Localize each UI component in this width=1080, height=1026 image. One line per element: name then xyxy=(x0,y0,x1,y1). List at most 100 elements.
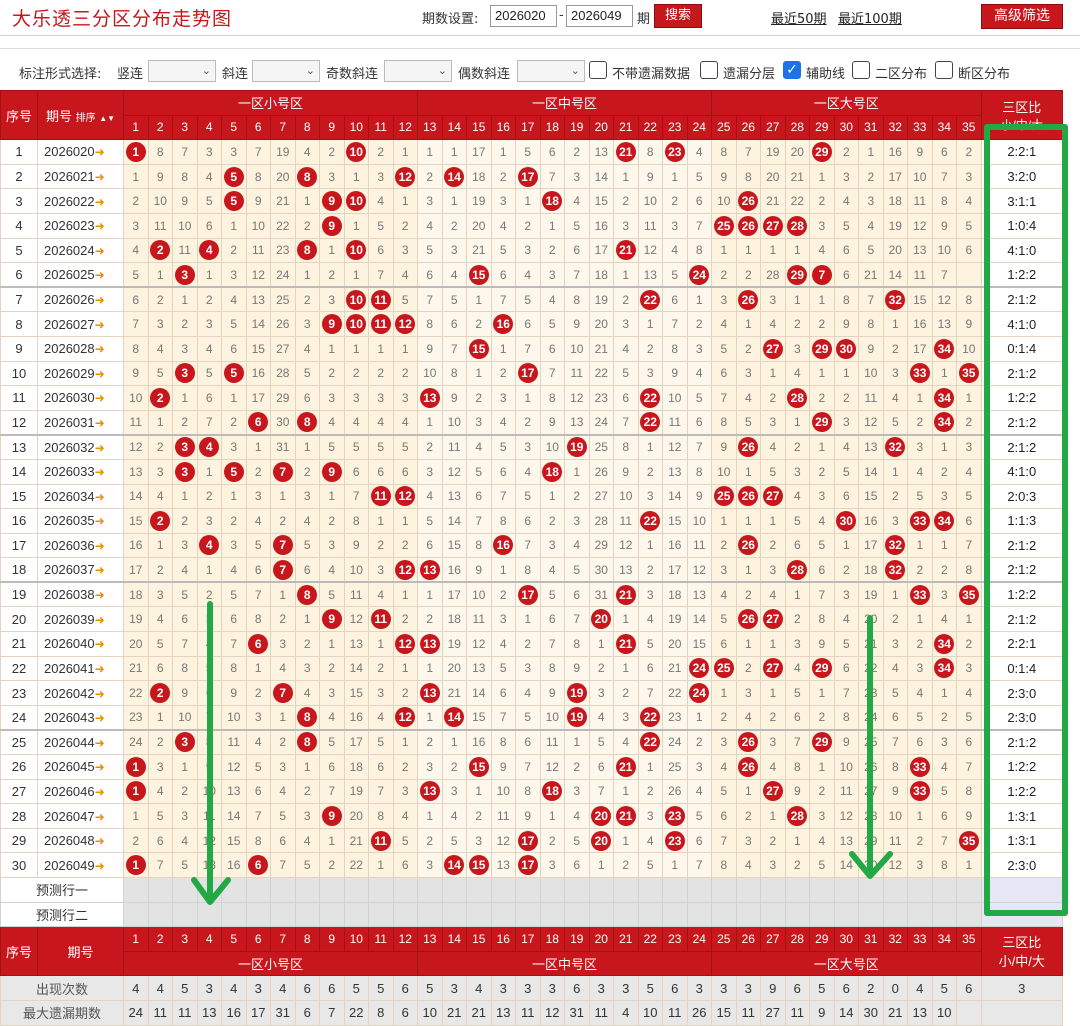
predict-cell[interactable] xyxy=(294,877,320,903)
row-period[interactable]: 2026022➜ xyxy=(37,188,124,214)
predict-cell[interactable] xyxy=(588,901,615,928)
predict-cell[interactable] xyxy=(907,901,933,928)
predict-cell[interactable] xyxy=(564,877,590,903)
predict-cell[interactable] xyxy=(711,877,737,903)
predict-cell[interactable] xyxy=(245,901,271,928)
predict-cell[interactable] xyxy=(466,877,492,903)
predict-cell[interactable] xyxy=(931,877,958,903)
predict-cell[interactable] xyxy=(392,901,419,928)
predict-cell[interactable] xyxy=(588,877,615,903)
diagonal-select[interactable]: ⌄ xyxy=(252,60,320,82)
predict-cell[interactable] xyxy=(809,901,835,928)
recent-100-link[interactable]: 最近100期 xyxy=(838,8,902,27)
predict-cell[interactable] xyxy=(147,877,173,903)
predict-cell[interactable] xyxy=(123,901,149,928)
row-period[interactable]: 2026024➜ xyxy=(37,237,124,264)
predict-cell[interactable] xyxy=(490,877,517,903)
predict-cell[interactable] xyxy=(417,877,443,903)
row-period[interactable]: 2026027➜ xyxy=(37,311,124,337)
predict-cell[interactable] xyxy=(270,877,296,903)
row-period[interactable]: 2026032➜ xyxy=(37,433,124,460)
predict-cell[interactable] xyxy=(441,877,468,903)
predict-cell[interactable] xyxy=(956,901,982,928)
predict-cell[interactable] xyxy=(735,877,762,903)
row-period[interactable]: 2026038➜ xyxy=(37,581,124,608)
search-button[interactable]: 搜索 xyxy=(654,4,702,28)
predict-cell[interactable] xyxy=(368,877,394,903)
predict-cell[interactable] xyxy=(686,901,713,928)
row-period[interactable]: 2026049➜ xyxy=(37,852,124,878)
row-period[interactable]: 2026048➜ xyxy=(37,827,124,854)
predict-cell[interactable] xyxy=(196,901,222,928)
sort-icon[interactable]: ▲▼ xyxy=(99,114,115,123)
row-period[interactable]: 2026041➜ xyxy=(37,655,124,682)
row-period[interactable]: 2026030➜ xyxy=(37,385,124,411)
predict-cell[interactable] xyxy=(662,877,688,903)
predict-cell[interactable] xyxy=(882,901,909,928)
predict-row[interactable]: 预测行二 xyxy=(0,901,1064,928)
predict-cell[interactable] xyxy=(441,901,468,928)
row-period[interactable]: 2026047➜ xyxy=(37,803,124,829)
predict-cell[interactable] xyxy=(735,901,762,928)
predict-cell[interactable] xyxy=(564,901,590,928)
predict-cell[interactable] xyxy=(613,901,639,928)
predict-cell[interactable] xyxy=(539,877,566,903)
predict-cell[interactable] xyxy=(515,901,541,928)
predict-cell[interactable] xyxy=(343,901,369,928)
predict-cell[interactable] xyxy=(931,901,958,928)
row-period[interactable]: 2026025➜ xyxy=(37,262,124,288)
row-period[interactable]: 2026046➜ xyxy=(37,778,124,805)
advanced-filter-button[interactable]: 高级筛选 xyxy=(981,4,1063,29)
predict-cell[interactable] xyxy=(319,901,345,928)
predict-cell[interactable] xyxy=(809,877,835,903)
row-period[interactable]: 2026036➜ xyxy=(37,532,124,559)
row-period[interactable]: 2026034➜ xyxy=(37,483,124,510)
predict-cell[interactable] xyxy=(245,877,271,903)
predict-cell[interactable] xyxy=(784,901,811,928)
row-period[interactable]: 2026037➜ xyxy=(37,557,124,583)
row-period[interactable]: 2026043➜ xyxy=(37,704,124,731)
aux-line-checkbox[interactable]: ✓ xyxy=(783,61,801,79)
miss-layer-checkbox[interactable] xyxy=(700,61,718,79)
row-period[interactable]: 2026026➜ xyxy=(37,286,124,313)
row-period[interactable]: 2026028➜ xyxy=(37,335,124,362)
predict-cell[interactable] xyxy=(294,901,320,928)
predict-cell[interactable] xyxy=(784,877,811,903)
predict-cell[interactable] xyxy=(196,877,222,903)
row-period[interactable]: 2026020➜ xyxy=(37,139,124,165)
row-period[interactable]: 2026042➜ xyxy=(37,680,124,706)
predict-cell[interactable] xyxy=(686,877,713,903)
vertical-select[interactable]: ⌄ xyxy=(148,60,216,82)
row-period[interactable]: 2026031➜ xyxy=(37,409,124,436)
predict-cell[interactable] xyxy=(172,877,198,903)
predict-row[interactable]: 预测行一 xyxy=(0,877,1064,903)
break-zone-checkbox[interactable] xyxy=(935,61,953,79)
predict-cell[interactable] xyxy=(956,877,982,903)
row-period[interactable]: 2026033➜ xyxy=(37,458,124,485)
period-from-input[interactable]: 2026020 xyxy=(490,5,557,27)
predict-cell[interactable] xyxy=(858,901,884,928)
predict-cell[interactable] xyxy=(123,877,149,903)
row-period[interactable]: 2026035➜ xyxy=(37,508,124,534)
predict-cell[interactable] xyxy=(833,877,860,903)
predict-cell[interactable] xyxy=(221,877,247,903)
predict-cell[interactable] xyxy=(613,877,639,903)
predict-cell[interactable] xyxy=(760,901,786,928)
predict-cell[interactable] xyxy=(833,901,860,928)
row-period[interactable]: 2026045➜ xyxy=(37,754,124,780)
predict-cell[interactable] xyxy=(907,877,933,903)
col-period-header[interactable]: 期号 排序 ▲▼ xyxy=(37,89,124,141)
row-period[interactable]: 2026029➜ xyxy=(37,360,124,387)
predict-cell[interactable] xyxy=(343,877,369,903)
predict-cell[interactable] xyxy=(662,901,688,928)
predict-cell[interactable] xyxy=(466,901,492,928)
even-diagonal-select[interactable]: ⌄ xyxy=(517,60,585,82)
two-zone-checkbox[interactable] xyxy=(852,61,870,79)
row-period[interactable]: 2026040➜ xyxy=(37,631,124,657)
predict-cell[interactable] xyxy=(221,901,247,928)
period-to-input[interactable]: 2026049 xyxy=(566,5,633,27)
predict-cell[interactable] xyxy=(760,877,786,903)
predict-cell[interactable] xyxy=(515,877,541,903)
row-period[interactable]: 2026021➜ xyxy=(37,163,124,190)
predict-cell[interactable] xyxy=(637,877,664,903)
